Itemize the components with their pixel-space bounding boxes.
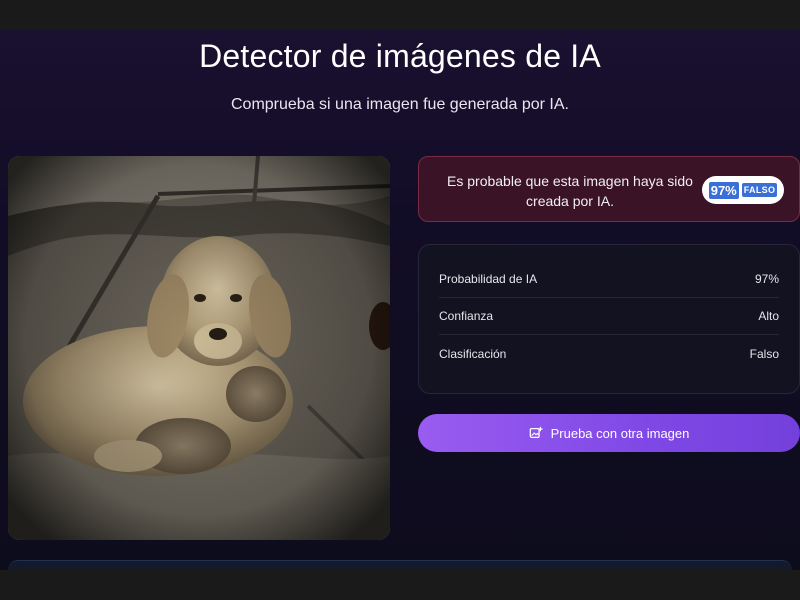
detail-label: Clasificación — [439, 346, 507, 361]
next-section-card — [8, 560, 792, 570]
result-banner: Es probable que esta imagen haya sido cr… — [418, 156, 800, 222]
detail-value: 97% — [754, 272, 779, 286]
detail-label: Confianza — [439, 309, 494, 323]
browser-top-bar — [0, 0, 800, 30]
detail-value: Falso — [749, 346, 779, 361]
badge-percent: 97% — [708, 181, 739, 199]
badge-label: FALSO — [741, 183, 778, 197]
detail-row-confidence: Confianza Alto — [439, 298, 779, 335]
detail-value: Alto — [758, 309, 779, 323]
result-badge: 97% FALSO — [702, 176, 784, 204]
page-subtitle: Comprueba si una imagen fue generada por… — [231, 96, 569, 113]
page-title: Detector de imágenes de IA — [199, 38, 601, 74]
detail-row-classification: Clasificación Falso — [439, 335, 779, 372]
retry-button-label: Prueba con otra imagen — [550, 425, 690, 441]
page: Detector de imágenes de IA Comprueba si … — [0, 30, 800, 570]
detail-label: Probabilidad de IA — [439, 272, 538, 286]
browser-bottom-bar — [0, 570, 800, 600]
details-card: Probabilidad de IA 97% Confianza Alto Cl… — [418, 244, 800, 394]
dog-photo-illustration — [8, 156, 390, 540]
try-another-image-button[interactable]: Prueba con otra imagen — [418, 414, 800, 452]
detail-row-probability: Probabilidad de IA 97% — [439, 261, 779, 298]
image-plus-icon — [529, 426, 543, 438]
result-message: Es probable que esta imagen haya sido cr… — [447, 173, 693, 209]
uploaded-image — [8, 156, 390, 540]
